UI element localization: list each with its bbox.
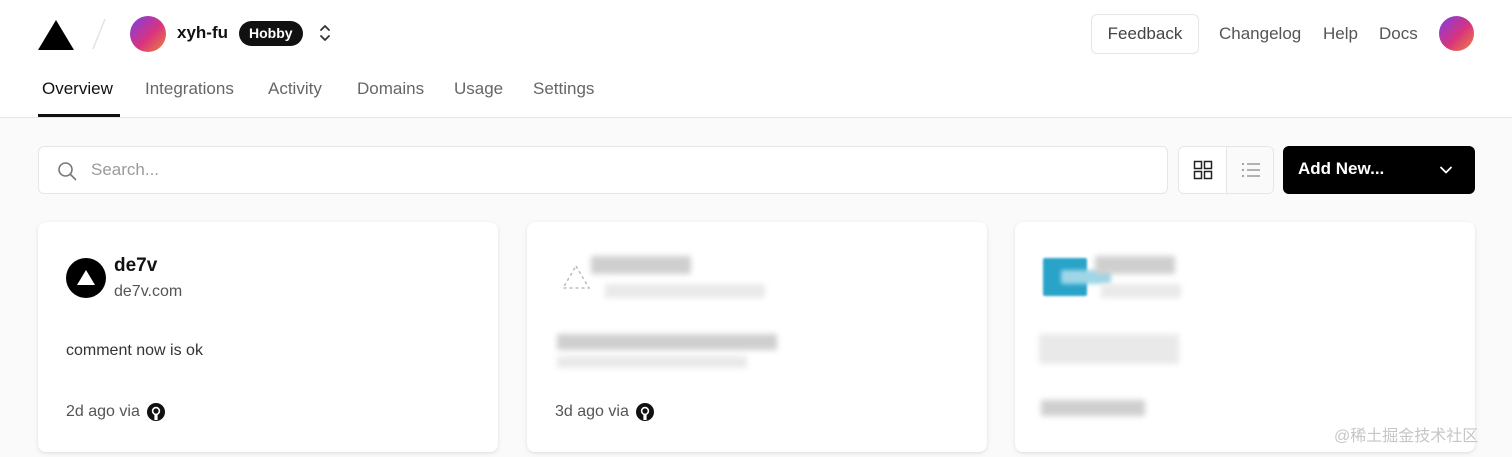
tab-integrations[interactable]: Integrations [145,79,234,99]
vercel-logo-icon[interactable] [38,20,74,50]
project-card[interactable]: 3d ago via [527,222,987,452]
tab-settings[interactable]: Settings [533,79,594,99]
plan-badge: Hobby [239,21,303,46]
project-card[interactable]: de7v de7v.com comment now is ok 2d ago v… [38,222,498,452]
chevron-up-down-icon[interactable] [316,22,334,44]
redacted-domain [1101,284,1181,298]
redacted-description [557,356,747,368]
redacted-description [1039,334,1179,364]
team-name[interactable]: xyh-fu [177,23,228,43]
grid-view-button[interactable] [1179,147,1227,193]
deploy-time: 2d ago via [66,403,140,420]
active-tab-indicator [38,114,120,117]
top-header: xyh-fu Hobby Feedback Changelog Help Doc… [0,0,1512,118]
search-icon [58,162,77,181]
project-name[interactable]: de7v [114,255,157,277]
search-input[interactable] [91,155,1151,185]
tab-usage[interactable]: Usage [454,79,503,99]
view-toggle [1178,146,1274,194]
tab-domains[interactable]: Domains [357,79,424,99]
help-link[interactable]: Help [1323,24,1358,44]
redacted-description [557,334,777,350]
redacted-domain [605,284,765,298]
changelog-link[interactable]: Changelog [1219,24,1301,44]
user-avatar[interactable] [1439,16,1474,51]
project-domain[interactable]: de7v.com [114,283,182,301]
search-box[interactable] [38,146,1168,194]
add-new-button[interactable]: Add New... [1283,146,1475,194]
watermark: @稀土掘金技术社区 [1334,428,1479,445]
breadcrumb-separator [92,18,106,50]
github-icon[interactable] [635,402,655,422]
deploy-meta: 2d ago via [66,402,166,422]
team-avatar[interactable] [130,16,166,52]
list-icon [1242,163,1260,177]
project-card[interactable] [1015,222,1475,452]
tab-activity[interactable]: Activity [268,79,322,99]
redacted-title [1095,256,1175,274]
chevron-down-icon [1440,166,1452,174]
project-logo-icon [66,258,106,298]
redacted-title [591,256,691,274]
commit-message: comment now is ok [66,342,203,359]
docs-link[interactable]: Docs [1379,24,1418,44]
redacted-meta [1041,400,1145,416]
tab-overview[interactable]: Overview [42,79,113,99]
github-icon[interactable] [146,402,166,422]
deploy-time: 3d ago via [555,403,629,420]
feedback-button[interactable]: Feedback [1091,14,1199,54]
deploy-meta: 3d ago via [555,402,655,422]
list-view-button[interactable] [1227,147,1273,193]
grid-icon [1193,160,1213,180]
project-logo-icon [561,264,591,289]
add-new-label: Add New... [1298,159,1385,178]
